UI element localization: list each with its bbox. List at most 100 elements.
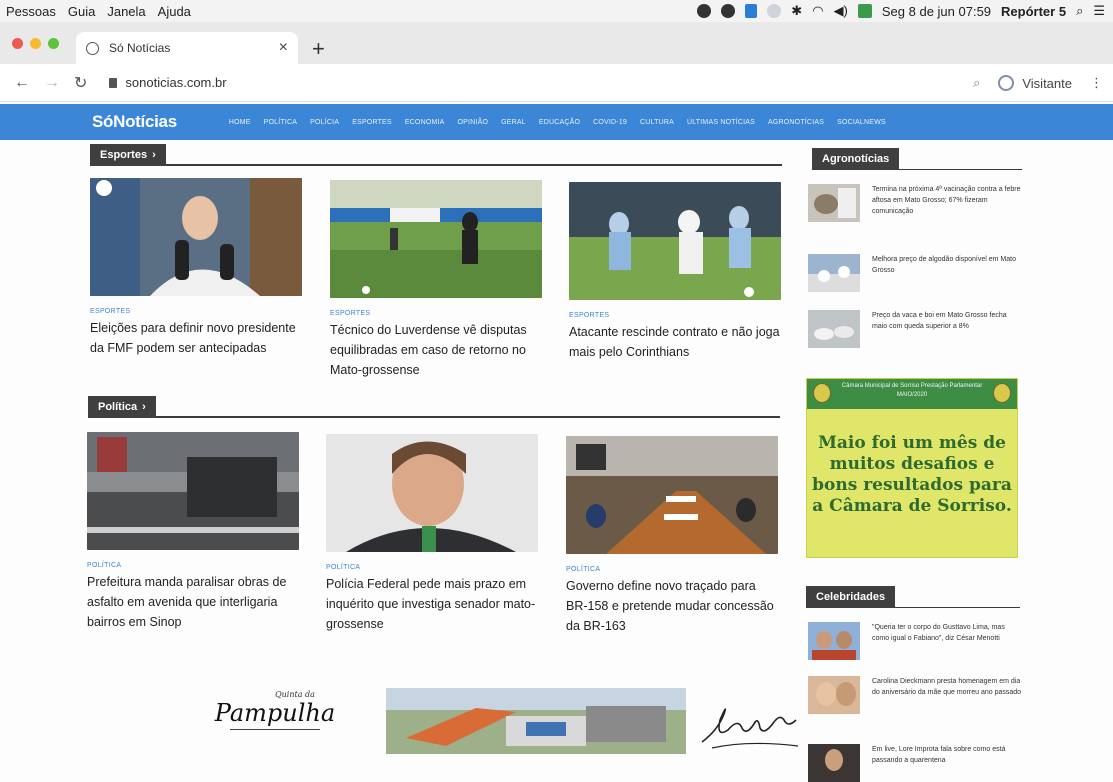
section-header-esportes: Esportes › [90, 144, 782, 166]
menubar-user[interactable]: Repórter 5 [1001, 4, 1066, 19]
article-category[interactable]: POLÍTICA [87, 562, 301, 569]
section-label: Celebridades [816, 591, 886, 603]
section-header-agronoticias: Agronotícias [812, 148, 1022, 170]
spotlight-icon[interactable]: ⌕ [1076, 3, 1083, 19]
article-category[interactable]: ESPORTES [330, 310, 544, 317]
maximize-window-button[interactable] [48, 38, 59, 49]
sidebar-news-title[interactable]: Termina na próxima 4ª vacinação contra a… [872, 184, 1022, 224]
wifi-icon[interactable]: ◠ [812, 3, 823, 19]
article-card[interactable]: POLÍTICA Prefeitura manda paralisar obra… [87, 432, 301, 632]
close-tab-icon[interactable]: × [279, 39, 288, 57]
signature-ad[interactable] [698, 690, 802, 760]
news-thumbnail[interactable] [808, 676, 860, 714]
article-image[interactable] [326, 434, 538, 552]
article-card[interactable]: ESPORTES Eleições para definir novo pres… [90, 178, 304, 358]
close-window-button[interactable] [12, 38, 23, 49]
sidebar-news-item[interactable]: Melhora preço de algodão disponível em M… [808, 254, 1022, 294]
sidebar-news-item[interactable]: Preço da vaca e boi em Mato Grosso fecha… [808, 310, 1022, 350]
news-thumbnail[interactable] [808, 310, 860, 348]
forward-icon[interactable]: → [44, 74, 60, 92]
menu-guia[interactable]: Guia [68, 4, 95, 19]
article-title[interactable]: Governo define novo traçado para BR-158 … [566, 576, 780, 636]
aerial-photo-ad[interactable] [386, 688, 686, 754]
nav-home[interactable]: HOME [229, 119, 251, 126]
nav-socialnews[interactable]: SOCIALNEWS [837, 119, 886, 126]
sidebar-news-item[interactable]: Carolina Dieckmann presta homenagem em d… [808, 676, 1022, 716]
sidebar-news-title[interactable]: Preço da vaca e boi em Mato Grosso fecha… [872, 310, 1022, 350]
section-tab-politica[interactable]: Política › [88, 396, 156, 418]
article-card[interactable]: ESPORTES Atacante rescinde contrato e nã… [569, 182, 783, 362]
avatar-icon [998, 75, 1015, 91]
site-logo[interactable]: SóNotícias [92, 112, 177, 132]
sidebar-news-item[interactable]: Em live, Lore Improta fala sobre como es… [808, 744, 1022, 782]
window-controls [12, 38, 59, 49]
nav-ultimas[interactable]: ÚLTIMAS NOTÍCIAS [687, 119, 755, 126]
nav-educacao[interactable]: EDUCAÇÃO [539, 119, 580, 126]
profile-button[interactable]: Visitante [998, 75, 1072, 91]
menu-pessoas[interactable]: Pessoas [6, 4, 56, 19]
bluetooth-icon[interactable]: ✱ [791, 3, 802, 19]
sidebar-news-title[interactable]: Em live, Lore Improta fala sobre como es… [872, 744, 1022, 782]
sidebar-news-title[interactable]: Carolina Dieckmann presta homenagem em d… [872, 676, 1022, 716]
camara-sorriso-ad[interactable]: Câmara Municipal de Sorriso Prestação Pa… [806, 378, 1018, 558]
article-title[interactable]: Prefeitura manda paralisar obras de asfa… [87, 572, 301, 632]
sidebar-news-item[interactable]: Termina na próxima 4ª vacinação contra a… [808, 184, 1022, 224]
article-category[interactable]: POLÍTICA [326, 564, 540, 571]
ad-header-text: Câmara Municipal de Sorriso Prestação Pa… [841, 383, 983, 398]
section-tab-celebridades[interactable]: Celebridades [806, 586, 896, 608]
article-card[interactable]: POLÍTICA Polícia Federal pede mais prazo… [326, 434, 540, 634]
article-image[interactable] [87, 432, 299, 550]
nav-covid[interactable]: COVID-19 [593, 119, 627, 126]
article-title[interactable]: Eleições para definir novo presidente da… [90, 318, 304, 358]
sidebar-news-title[interactable]: "Queria ter o corpo do Gusttavo Lima, ma… [872, 622, 1022, 662]
article-title[interactable]: Técnico do Luverdense vê disputas equili… [330, 320, 544, 380]
nav-agronoticias[interactable]: AGRONOTÍCIAS [768, 119, 824, 126]
article-image[interactable] [566, 436, 778, 554]
minimize-window-button[interactable] [30, 38, 41, 49]
news-thumbnail[interactable] [808, 254, 860, 292]
article-image[interactable] [330, 180, 542, 298]
pampulha-ad[interactable]: Quinta da Pampulha [200, 690, 350, 742]
news-thumbnail[interactable] [808, 184, 860, 222]
new-tab-button[interactable]: + [312, 36, 325, 62]
article-category[interactable]: POLÍTICA [566, 566, 780, 573]
url-field[interactable]: sonoticias.com.br [109, 75, 227, 90]
reload-icon[interactable]: ↻ [74, 73, 87, 93]
article-card[interactable]: POLÍTICA Governo define novo traçado par… [566, 436, 780, 636]
volume-icon[interactable]: ◀) [834, 3, 848, 19]
browser-tab[interactable]: Só Notícias × [76, 32, 298, 64]
menubar-clock[interactable]: Seg 8 de jun 07:59 [882, 4, 991, 19]
article-title[interactable]: Atacante rescinde contrato e não joga ma… [569, 322, 783, 362]
nav-economia[interactable]: ECONOMIA [405, 119, 445, 126]
status-icon[interactable] [721, 4, 736, 18]
status-icon[interactable] [745, 4, 758, 18]
article-category[interactable]: ESPORTES [90, 308, 304, 315]
article-title[interactable]: Polícia Federal pede mais prazo em inqué… [326, 574, 540, 634]
section-tab-agronoticias[interactable]: Agronotícias [812, 148, 900, 170]
pampulha-ad-small: Quinta da [275, 690, 315, 699]
article-card[interactable]: ESPORTES Técnico do Luverdense vê disput… [330, 180, 544, 380]
menu-ajuda[interactable]: Ajuda [158, 4, 191, 19]
nav-opiniao[interactable]: OPINIÃO [458, 119, 489, 126]
menu-kebab-icon[interactable]: ⋮ [1090, 75, 1103, 91]
news-thumbnail[interactable] [808, 744, 860, 782]
article-category[interactable]: ESPORTES [569, 312, 783, 319]
nav-cultura[interactable]: CULTURA [640, 119, 674, 126]
menu-janela[interactable]: Janela [107, 4, 145, 19]
news-thumbnail[interactable] [808, 622, 860, 660]
section-tab-esportes[interactable]: Esportes › [90, 144, 166, 166]
sidebar-news-title[interactable]: Melhora preço de algodão disponível em M… [872, 254, 1022, 294]
article-image[interactable] [569, 182, 781, 300]
article-image[interactable] [90, 178, 302, 296]
status-icon[interactable] [697, 4, 712, 18]
control-center-icon[interactable]: ☰ [1093, 3, 1105, 19]
back-icon[interactable]: ← [14, 74, 30, 92]
sidebar-news-item[interactable]: "Queria ter o corpo do Gusttavo Lima, ma… [808, 622, 1022, 662]
search-icon[interactable]: ⌕ [973, 75, 980, 91]
status-icon[interactable] [857, 4, 872, 18]
status-icon[interactable] [767, 4, 782, 18]
nav-policia[interactable]: POLÍCIA [310, 119, 339, 126]
nav-esportes[interactable]: ESPORTES [352, 119, 392, 126]
nav-politica[interactable]: POLÍTICA [264, 119, 298, 126]
nav-geral[interactable]: GERAL [501, 119, 526, 126]
